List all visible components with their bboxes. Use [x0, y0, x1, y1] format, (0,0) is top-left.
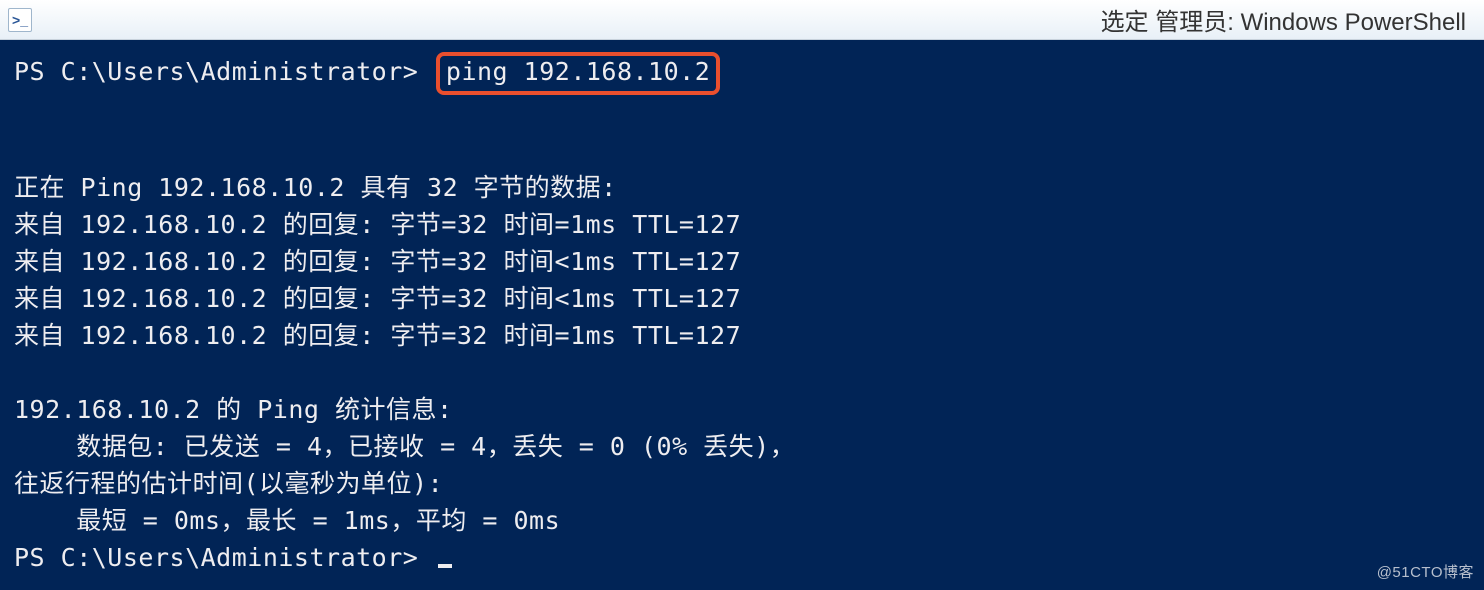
- title-bar[interactable]: >_ 选定 管理员: Windows PowerShell: [0, 0, 1484, 40]
- command-highlight: ping 192.168.10.2: [436, 52, 720, 95]
- ping-reply-1: 来自 192.168.10.2 的回复: 字节=32 时间=1ms TTL=12…: [14, 210, 741, 239]
- ping-reply-2: 来自 192.168.10.2 的回复: 字节=32 时间<1ms TTL=12…: [14, 247, 741, 276]
- terminal-area[interactable]: PS C:\Users\Administrator> ping 192.168.…: [0, 40, 1484, 590]
- powershell-window: >_ 选定 管理员: Windows PowerShell PS C:\User…: [0, 0, 1484, 590]
- powershell-icon: >_: [8, 8, 32, 32]
- stats-rtt-header: 往返行程的估计时间(以毫秒为单位):: [14, 469, 443, 498]
- stats-rtt: 最短 = 0ms，最长 = 1ms，平均 = 0ms: [14, 506, 560, 535]
- prompt-line-2: PS C:\Users\Administrator>: [14, 543, 452, 572]
- ping-header: 正在 Ping 192.168.10.2 具有 32 字节的数据:: [14, 173, 617, 202]
- ping-command: ping 192.168.10.2: [446, 57, 710, 86]
- prompt-prefix-2: PS C:\Users\Administrator>: [14, 543, 434, 572]
- ping-reply-3: 来自 192.168.10.2 的回复: 字节=32 时间<1ms TTL=12…: [14, 284, 741, 313]
- stats-header: 192.168.10.2 的 Ping 统计信息:: [14, 395, 453, 424]
- watermark: @51CTO博客: [1377, 562, 1474, 584]
- stats-packets: 数据包: 已发送 = 4，已接收 = 4，丢失 = 0 (0% 丢失)，: [14, 432, 795, 461]
- window-title: 选定 管理员: Windows PowerShell: [40, 2, 1476, 37]
- prompt-line-1: PS C:\Users\Administrator> ping 192.168.…: [14, 52, 1470, 95]
- cursor: [438, 564, 452, 568]
- prompt-prefix: PS C:\Users\Administrator>: [14, 57, 418, 86]
- powershell-icon-glyph: >_: [12, 12, 28, 28]
- ping-reply-4: 来自 192.168.10.2 的回复: 字节=32 时间=1ms TTL=12…: [14, 321, 741, 350]
